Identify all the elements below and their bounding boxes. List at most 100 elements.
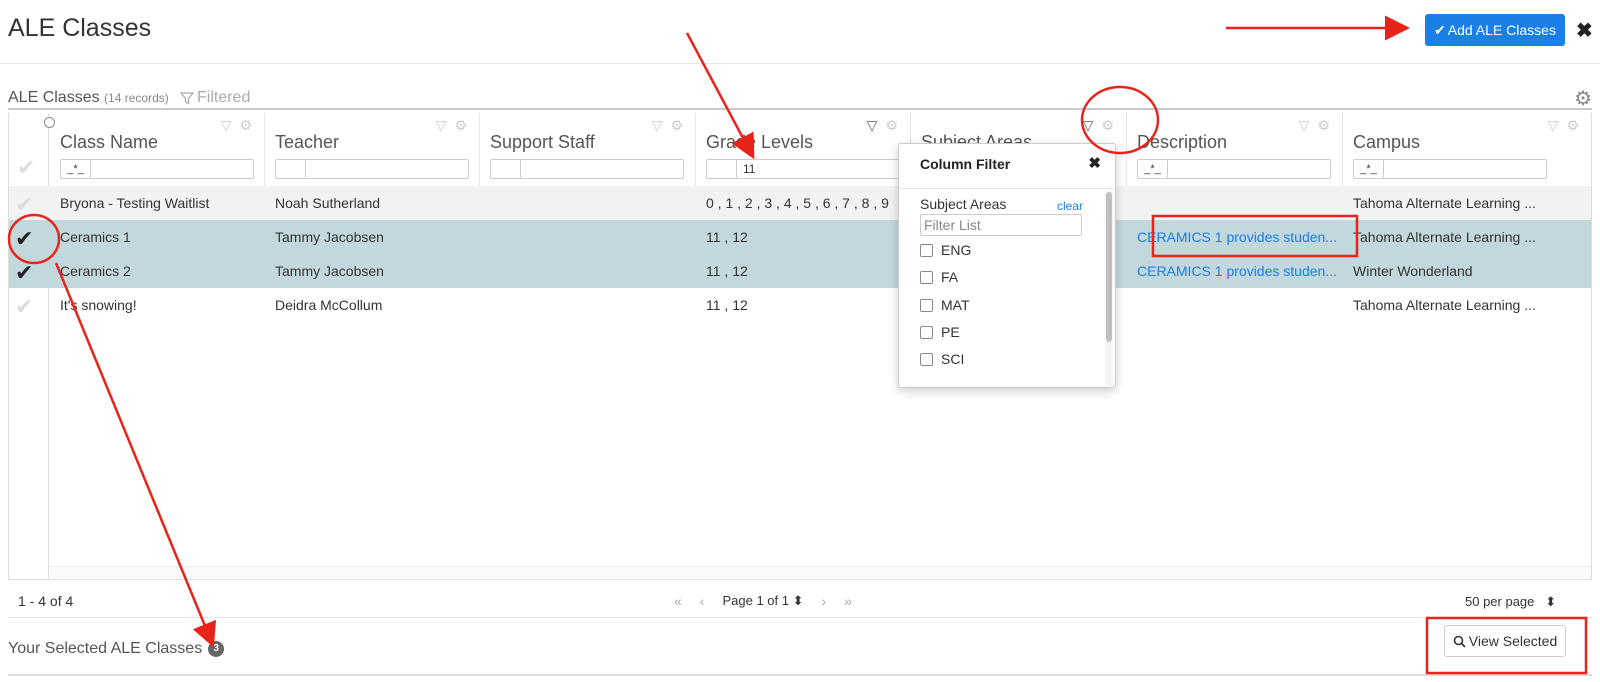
filter-value: 11: [743, 162, 756, 176]
column-label: Teacher: [275, 132, 340, 152]
filter-operator[interactable]: _*_: [1354, 160, 1384, 178]
divider: [899, 188, 1115, 189]
cell-grade-levels: 11 , 12: [706, 229, 748, 245]
cell-description-link[interactable]: CERAMICS 1 provides studen...: [1137, 263, 1337, 279]
filter-option[interactable]: SCI: [920, 351, 964, 367]
checkbox[interactable]: [920, 352, 933, 366]
previous-page-icon[interactable]: ‹: [700, 593, 705, 609]
column-header-description[interactable]: ▽ ⚙ Description _*_: [1127, 113, 1343, 189]
cell-grade-levels: 11 , 12: [706, 263, 748, 279]
filter-operator[interactable]: _*_: [61, 160, 91, 178]
cell-campus: Tahoma Alternate Learning ...: [1353, 229, 1536, 245]
column-header-grade-levels[interactable]: ▽ ⚙ Grade Levels 11: [696, 113, 911, 189]
description-filter-input[interactable]: _*_: [1137, 159, 1331, 179]
column-gear-icon[interactable]: ⚙: [1566, 117, 1579, 134]
filter-option-label: FA: [941, 269, 959, 285]
popup-scrollbar[interactable]: [1105, 190, 1113, 386]
column-header-campus[interactable]: ▽ ⚙ Campus _*_: [1343, 113, 1591, 189]
filtered-label: Filtered: [197, 89, 251, 106]
filter-option[interactable]: PE: [920, 324, 960, 340]
cell-teacher: Deidra McCollum: [275, 297, 383, 313]
grid-title-bar: ALE Classes (14 records) Filtered ⚙: [8, 86, 1592, 110]
grid-settings-gear-icon[interactable]: ⚙: [1574, 86, 1592, 111]
filter-operator[interactable]: [707, 160, 737, 178]
column-label: Grade Levels: [706, 132, 814, 152]
column-label: Campus: [1353, 132, 1421, 152]
column-filter-icon[interactable]: ▽: [1083, 117, 1094, 134]
teacher-filter-input[interactable]: [275, 159, 469, 179]
column-gear-icon[interactable]: ⚙: [670, 117, 683, 134]
cell-class-name: It's snowing!: [60, 297, 137, 313]
grid-title: ALE Classes (14 records): [8, 89, 169, 107]
row-select-check-icon[interactable]: ✔: [15, 260, 33, 286]
filtered-indicator[interactable]: Filtered: [180, 89, 250, 107]
column-header-class-name[interactable]: ▽ ⚙ Class Name _*_: [50, 113, 265, 189]
column-filter-title: Column Filter: [920, 156, 1011, 172]
cell-description-link[interactable]: CERAMICS 1 provides studen...: [1137, 229, 1337, 245]
page-select[interactable]: Page 1 of 1 ⬍: [722, 593, 803, 609]
first-page-icon[interactable]: «: [674, 593, 682, 609]
campus-filter-input[interactable]: _*_: [1353, 159, 1547, 179]
column-gear-icon[interactable]: ⚙: [239, 117, 252, 134]
record-count: (14 records): [104, 91, 169, 105]
filter-option[interactable]: ENG: [920, 242, 971, 258]
row-select-check-icon[interactable]: ✔: [15, 192, 33, 218]
checkbox[interactable]: [920, 270, 933, 284]
table-row[interactable]: ✔ Bryona - Testing Waitlist Noah Sutherl…: [9, 186, 1591, 220]
class-name-filter-input[interactable]: _*_: [60, 159, 254, 179]
page-title: ALE Classes: [8, 14, 152, 42]
filter-option-label: SCI: [941, 351, 965, 367]
checkbox[interactable]: [920, 243, 933, 257]
column-gear-icon[interactable]: ⚙: [1317, 117, 1330, 134]
table-row[interactable]: ✔ It's snowing! Deidra McCollum 11 , 12 …: [9, 288, 1591, 322]
column-gear-icon[interactable]: ⚙: [885, 117, 898, 134]
filter-option-label: ENG: [941, 242, 972, 258]
column-filter-icon[interactable]: ▽: [1299, 117, 1310, 134]
filter-operator[interactable]: [276, 160, 306, 178]
column-gear-icon[interactable]: ⚙: [454, 117, 467, 134]
close-icon[interactable]: ✖: [1088, 154, 1101, 172]
select-all-check-icon[interactable]: ✔: [17, 155, 35, 181]
table-row[interactable]: ✔ Ceramics 1 Tammy Jacobsen 11 , 12 CERA…: [9, 220, 1591, 254]
column-filter-icon[interactable]: ▽: [436, 117, 447, 134]
column-filter-icon[interactable]: ▽: [867, 117, 878, 134]
pager: « ‹ Page 1 of 1 ⬍ › »: [674, 593, 852, 609]
cell-grade-levels: 11 , 12: [706, 297, 748, 313]
column-filter-icon[interactable]: ▽: [1548, 117, 1559, 134]
column-filter-icon[interactable]: ▽: [652, 117, 663, 134]
table-row[interactable]: ✔ Ceramics 2 Tammy Jacobsen 11 , 12 CERA…: [9, 254, 1591, 288]
filter-option[interactable]: FA: [920, 269, 958, 285]
filter-operator[interactable]: [491, 160, 521, 178]
column-header-support-staff[interactable]: ▽ ⚙ Support Staff: [480, 113, 696, 189]
grade-levels-filter-input[interactable]: 11: [706, 159, 900, 179]
filter-option[interactable]: MAT: [920, 297, 970, 313]
filter-option-label: PE: [941, 324, 960, 340]
cell-class-name: Bryona - Testing Waitlist: [60, 195, 210, 211]
checkbox[interactable]: [920, 298, 933, 312]
row-select-check-icon[interactable]: ✔: [15, 226, 33, 252]
column-filter-popup: Column Filter ✖ Subject Areas clear Filt…: [898, 143, 1116, 388]
filter-operator[interactable]: _*_: [1138, 160, 1168, 178]
horizontal-scrollbar[interactable]: [50, 566, 1591, 578]
row-select-check-icon[interactable]: ✔: [15, 294, 33, 320]
add-ale-classes-button[interactable]: ✔ Add ALE Classes: [1425, 14, 1565, 46]
filter-list-input[interactable]: Filter List: [920, 214, 1082, 236]
scrollbar-thumb[interactable]: [1106, 192, 1112, 342]
selected-title-text: Your Selected ALE Classes: [8, 640, 203, 657]
clear-filter-link[interactable]: clear: [1057, 199, 1083, 213]
per-page-select[interactable]: 50 per page ⬍: [1465, 594, 1556, 610]
column-label: Class Name: [60, 132, 159, 152]
last-page-icon[interactable]: »: [844, 593, 852, 609]
checkbox[interactable]: [920, 325, 933, 339]
support-staff-filter-input[interactable]: [490, 159, 684, 179]
column-header-teacher[interactable]: ▽ ⚙ Teacher: [265, 113, 480, 189]
close-icon[interactable]: ✖: [1576, 18, 1593, 43]
cell-teacher: Tammy Jacobsen: [275, 229, 384, 245]
column-filter-icon[interactable]: ▽: [221, 117, 232, 134]
view-selected-button[interactable]: View Selected: [1444, 625, 1566, 657]
per-page-label: 50 per page: [1465, 594, 1535, 609]
next-page-icon[interactable]: ›: [821, 593, 826, 609]
selection-column: ✔: [9, 113, 49, 580]
ale-classes-grid: ✔ ▽ ⚙ Class Name _*_ ▽ ⚙ Teacher ▽ ⚙ Suppor…: [8, 113, 1592, 580]
column-gear-icon[interactable]: ⚙: [1101, 117, 1114, 134]
